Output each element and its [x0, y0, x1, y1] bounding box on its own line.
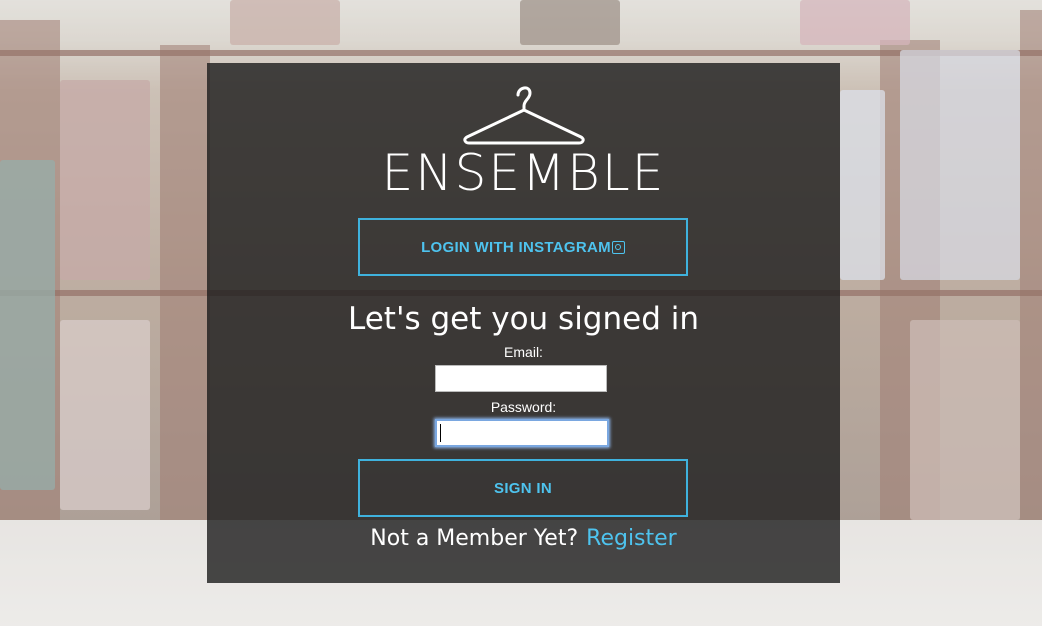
- hanger-icon: [463, 86, 585, 145]
- signin-heading: Let's get you signed in: [347, 301, 699, 337]
- email-label: Email:: [504, 344, 543, 360]
- login-with-instagram-button[interactable]: LOGIN WITH INSTAGRAM: [358, 218, 688, 276]
- sign-in-button-label: SIGN IN: [494, 479, 552, 497]
- email-field[interactable]: [435, 365, 607, 392]
- register-prompt: Not a Member Yet? Register: [207, 523, 840, 555]
- sign-in-button[interactable]: SIGN IN: [358, 459, 688, 517]
- logo-text: ENSEMBLE: [381, 144, 666, 202]
- register-link[interactable]: Register: [586, 526, 677, 551]
- password-label: Password:: [490, 399, 557, 415]
- text-caret: [440, 424, 441, 442]
- login-card: ENSEMBLE LOGIN WITH INSTAGRAM Let's get …: [207, 63, 840, 583]
- password-field[interactable]: [435, 419, 609, 447]
- instagram-button-label: LOGIN WITH INSTAGRAM: [421, 238, 611, 256]
- not-member-text: Not a Member Yet?: [370, 526, 579, 551]
- instagram-icon: [611, 240, 625, 254]
- logo: ENSEMBLE: [207, 83, 840, 203]
